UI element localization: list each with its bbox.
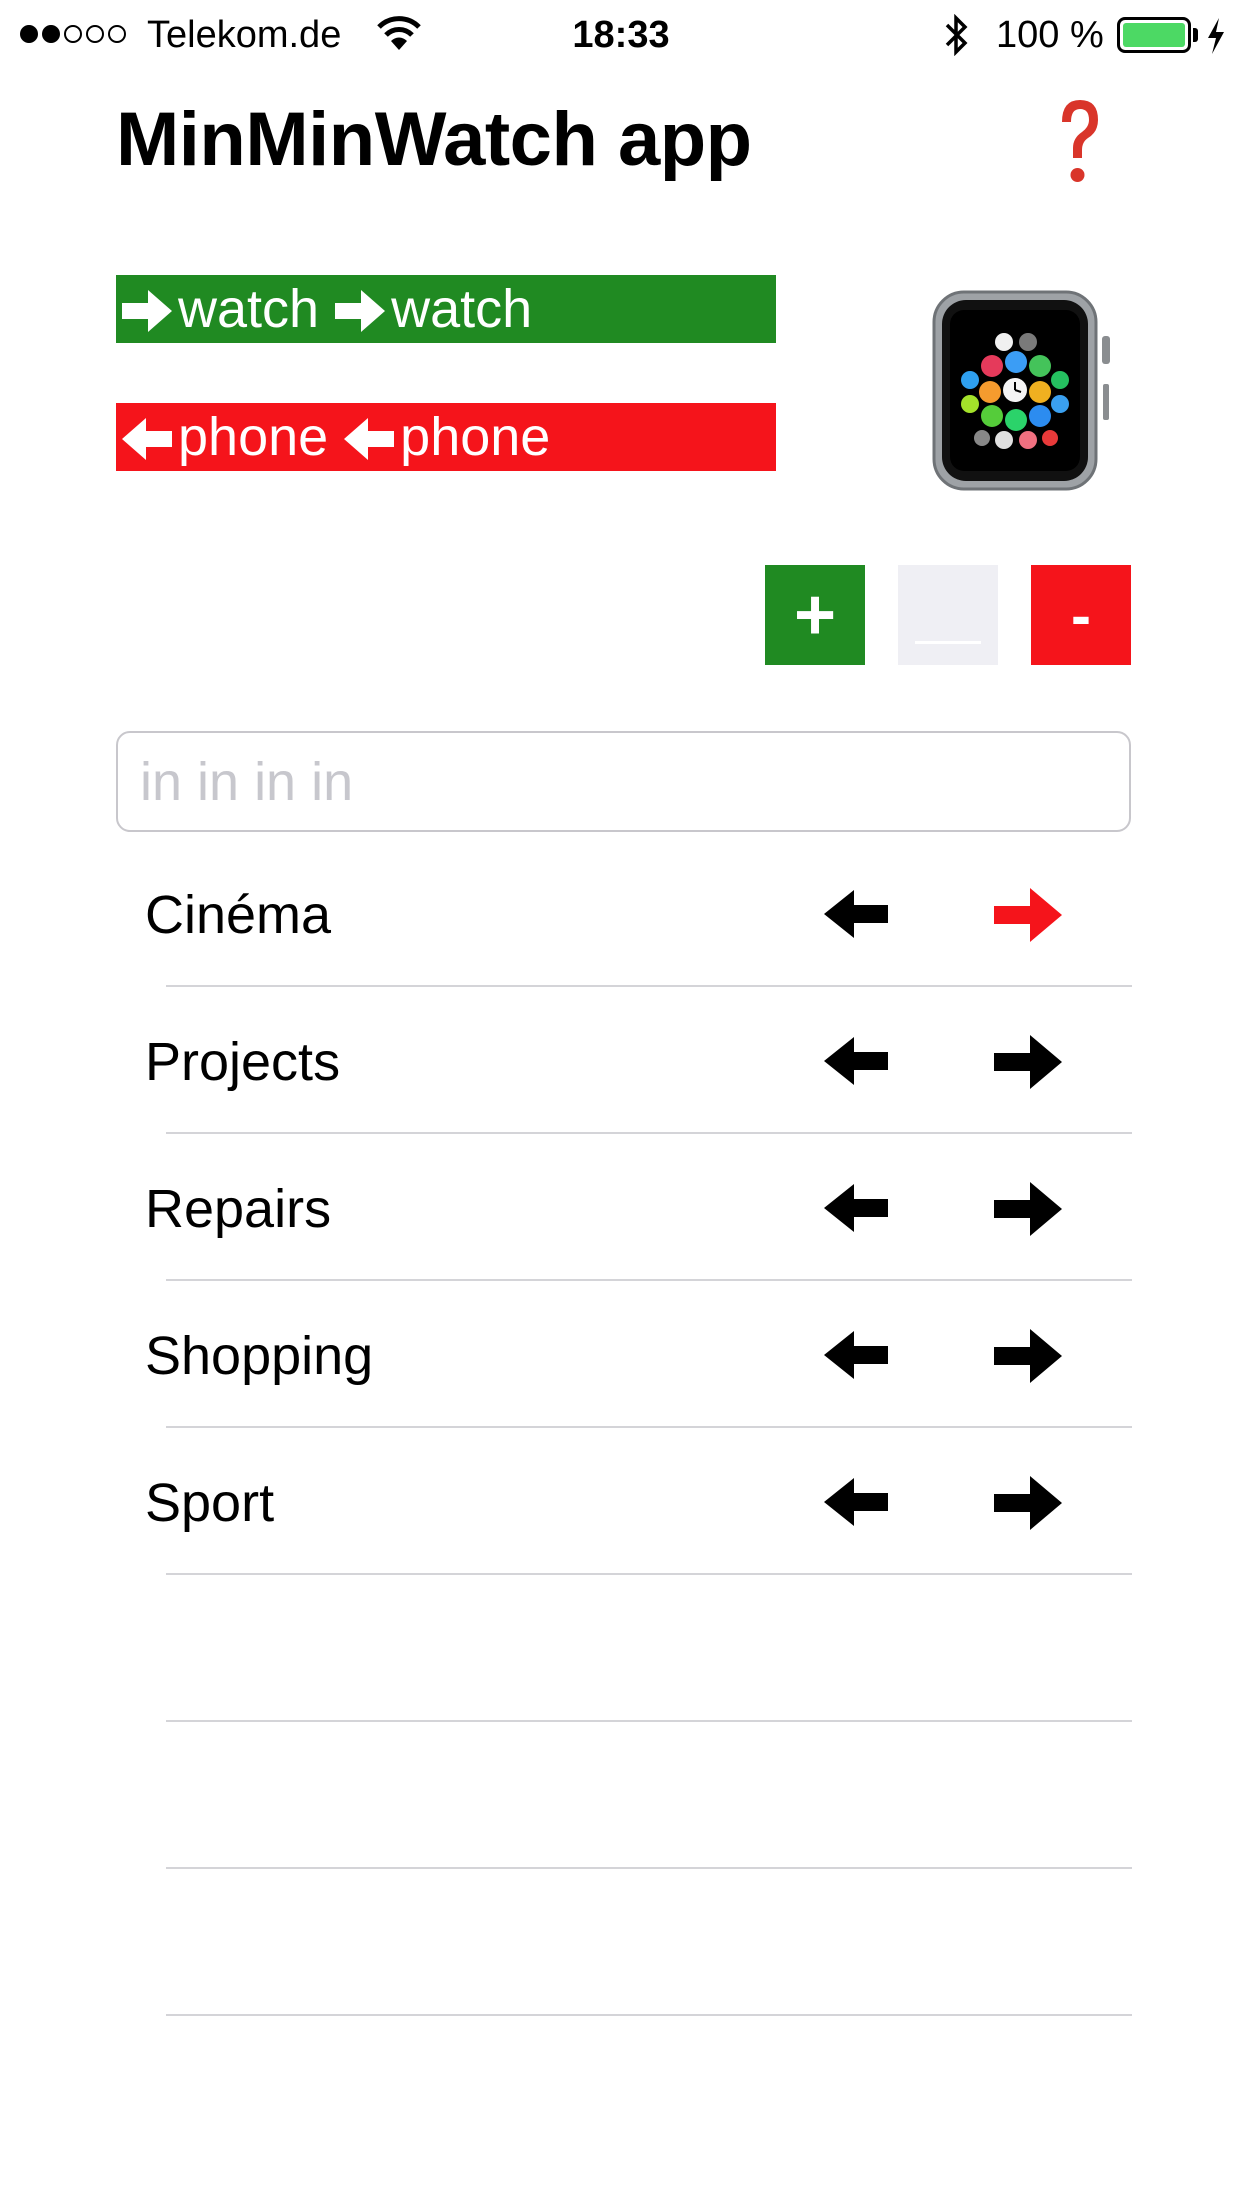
remove-button[interactable]: - (1031, 565, 1131, 665)
banner-phone-word-2: phone (400, 407, 551, 467)
page-title: MinMinWatch app (116, 97, 752, 182)
arrow-right-icon (122, 290, 172, 332)
list-item-label: Shopping (145, 1326, 374, 1386)
list-item[interactable]: Sport (0, 1428, 1242, 1575)
banner-watch-word-2: watch (391, 279, 533, 339)
arrow-right-icon[interactable] (992, 1474, 1064, 1532)
arrow-left-icon (122, 418, 172, 460)
list-item[interactable]: Shopping (0, 1281, 1242, 1428)
arrow-right-icon[interactable] (992, 886, 1064, 944)
apple-watch-icon (932, 290, 1110, 491)
empty-list-row (0, 1722, 1242, 1869)
battery-tip (1193, 28, 1198, 42)
list-item[interactable]: Projects (0, 987, 1242, 1134)
category-input[interactable] (116, 731, 1131, 832)
bluetooth-icon (945, 14, 968, 56)
arrow-left-icon[interactable] (822, 1329, 890, 1381)
row-separator (166, 2014, 1132, 2016)
arrow-left-icon[interactable] (822, 1476, 890, 1528)
battery-percent: 100 % (996, 14, 1104, 56)
arrow-left-icon (344, 418, 395, 460)
list-item-label: Projects (145, 1032, 341, 1092)
blank-button[interactable] (898, 565, 998, 665)
empty-list-row (0, 1575, 1242, 1722)
banner-phone-word-1: phone (178, 407, 329, 467)
arrow-right-icon[interactable] (992, 1180, 1064, 1238)
arrow-right-icon (335, 290, 386, 332)
add-button[interactable]: + (765, 565, 865, 665)
list-item-label: Sport (145, 1473, 275, 1533)
battery-icon (1117, 17, 1191, 53)
arrow-right-icon[interactable] (992, 1327, 1064, 1385)
list-item-label: Cinéma (145, 885, 332, 945)
charging-icon (1208, 18, 1224, 54)
list-item[interactable]: Cinéma (0, 840, 1242, 987)
empty-list-row (0, 1869, 1242, 2016)
arrow-left-icon[interactable] (822, 888, 890, 940)
question-mark-icon[interactable] (1052, 92, 1106, 192)
arrow-left-icon[interactable] (822, 1182, 890, 1234)
banner-watch-word-1: watch (178, 279, 320, 339)
list-item-label: Repairs (145, 1179, 332, 1239)
arrow-left-icon[interactable] (822, 1035, 890, 1087)
arrow-right-icon[interactable] (992, 1033, 1064, 1091)
send-to-phone-banner[interactable]: phone phone (116, 403, 776, 471)
category-list: Cinéma Projects Repairs Shopping Sport (0, 840, 1242, 2016)
send-to-watch-banner[interactable]: watch watch (116, 275, 776, 343)
list-item[interactable]: Repairs (0, 1134, 1242, 1281)
